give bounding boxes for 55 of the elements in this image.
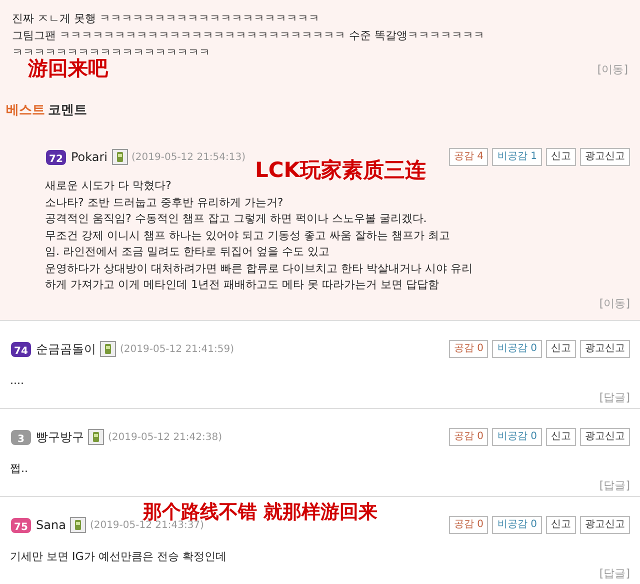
comment-text: 새로운 시도가 다 막혔다?	[45, 178, 172, 194]
reply-link[interactable]: [답글]	[599, 478, 630, 494]
comment-text: 운영하다가 상대방이 대처하려가면 빠른 합류로 다이브치고 한타 박살내거나 시야 유리	[45, 260, 472, 276]
level-badge: 74	[10, 340, 32, 358]
vote-button[interactable]: 광고신고	[580, 428, 630, 446]
comment-text: 쩝..	[10, 461, 28, 477]
timestamp: (2019-05-12 21:54:13)	[132, 150, 246, 164]
comment-text: 공격적인 움직임? 수동적인 챔프 잡고 그렇게 하면 퍽이나 스노우볼 굴리겠다.	[45, 211, 427, 227]
timestamp: (2019-05-12 21:41:59)	[120, 342, 234, 356]
move-link[interactable]: [이동]	[599, 296, 630, 312]
comment-text: 하게 가져가고 이게 메타인데 1년전 패배하고도 메타 못 따라가는거 보면 답답함	[45, 277, 439, 293]
level-badge: 72	[45, 148, 67, 166]
caption-text: LCK玩家素质三连	[255, 160, 426, 181]
vote-button[interactable]: 비공감 1	[492, 148, 542, 166]
level-badge: 75	[10, 516, 32, 534]
username[interactable]: Sana	[36, 516, 66, 534]
comment-text: 임. 라인전에서 조금 밀려도 한타로 뒤집어 엎을 수도 있고	[45, 244, 330, 260]
vote-button[interactable]: 신고	[546, 516, 576, 534]
comment-text: 기세만 보면 IG가 예선만큼은 전승 확정인데	[10, 549, 226, 565]
comment-text: 소나타? 조반 드러눕고 중후반 유리하게 가는거?	[45, 194, 284, 210]
vote-button[interactable]: 광고신고	[580, 516, 630, 534]
level-badge: 3	[10, 428, 32, 446]
vote-button[interactable]: 공감 0	[448, 516, 488, 534]
comment-text: ....	[10, 373, 24, 389]
comment-text: ㅋㅋㅋㅋㅋㅋㅋㅋㅋㅋㅋㅋㅋㅋㅋㅋㅋㅋ	[12, 45, 210, 59]
vote-button[interactable]: 광고신고	[580, 340, 630, 358]
vote-button[interactable]: 신고	[546, 148, 576, 166]
comment-text: 그팀그팬 ㅋㅋㅋㅋㅋㅋㅋㅋㅋㅋㅋㅋㅋㅋㅋㅋㅋㅋㅋㅋㅋㅋㅋㅋㅋㅋ 수준 똑갈앵ㅋㅋㅋㅋㅋㅋㅋ	[12, 28, 484, 44]
move-link[interactable]: [이동]	[597, 62, 628, 78]
vote-button[interactable]: 공감 4	[448, 148, 488, 166]
timestamp: (2019-05-12 21:42:38)	[108, 430, 222, 444]
vote-button[interactable]: 신고	[546, 340, 576, 358]
section-title: 베스트	[6, 102, 45, 120]
vote-button[interactable]: 비공감 0	[492, 516, 542, 534]
vote-button[interactable]: 비공감 0	[492, 340, 542, 358]
vote-button[interactable]: 공감 0	[448, 428, 488, 446]
phone-icon	[70, 517, 86, 533]
vote-button[interactable]: 신고	[546, 428, 576, 446]
caption-text: 游回来吧	[28, 58, 108, 78]
username[interactable]: 빵구방구	[36, 428, 84, 446]
phone-icon	[100, 341, 116, 357]
phone-icon	[112, 149, 128, 165]
timestamp: (2019-05-12 21:43:37)	[90, 520, 204, 532]
reply-link[interactable]: [답글]	[599, 566, 630, 582]
comment-text: 무조건 강제 이니시 챔프 하나는 있어야 되고 기동성 좋고 싸움 잘하는 챔프가 최고	[45, 228, 450, 244]
comment-text: 진짜 ㅈㄴ게 못행 ㅋㅋㅋㅋㅋㅋㅋㅋㅋㅋㅋㅋㅋㅋㅋㅋㅋㅋㅋㅋ	[12, 11, 320, 27]
vote-button[interactable]: 광고신고	[580, 148, 630, 166]
reply-link[interactable]: [답글]	[599, 390, 630, 406]
username[interactable]: 순금곰돌이	[36, 340, 96, 358]
phone-icon	[88, 429, 104, 445]
caption-text: 那个路线不错 就那样游回来	[143, 503, 378, 522]
vote-button[interactable]: 공감 0	[448, 340, 488, 358]
section-title: 코멘트	[48, 102, 87, 120]
username[interactable]: Pokari	[71, 148, 108, 166]
vote-button[interactable]: 비공감 0	[492, 428, 542, 446]
